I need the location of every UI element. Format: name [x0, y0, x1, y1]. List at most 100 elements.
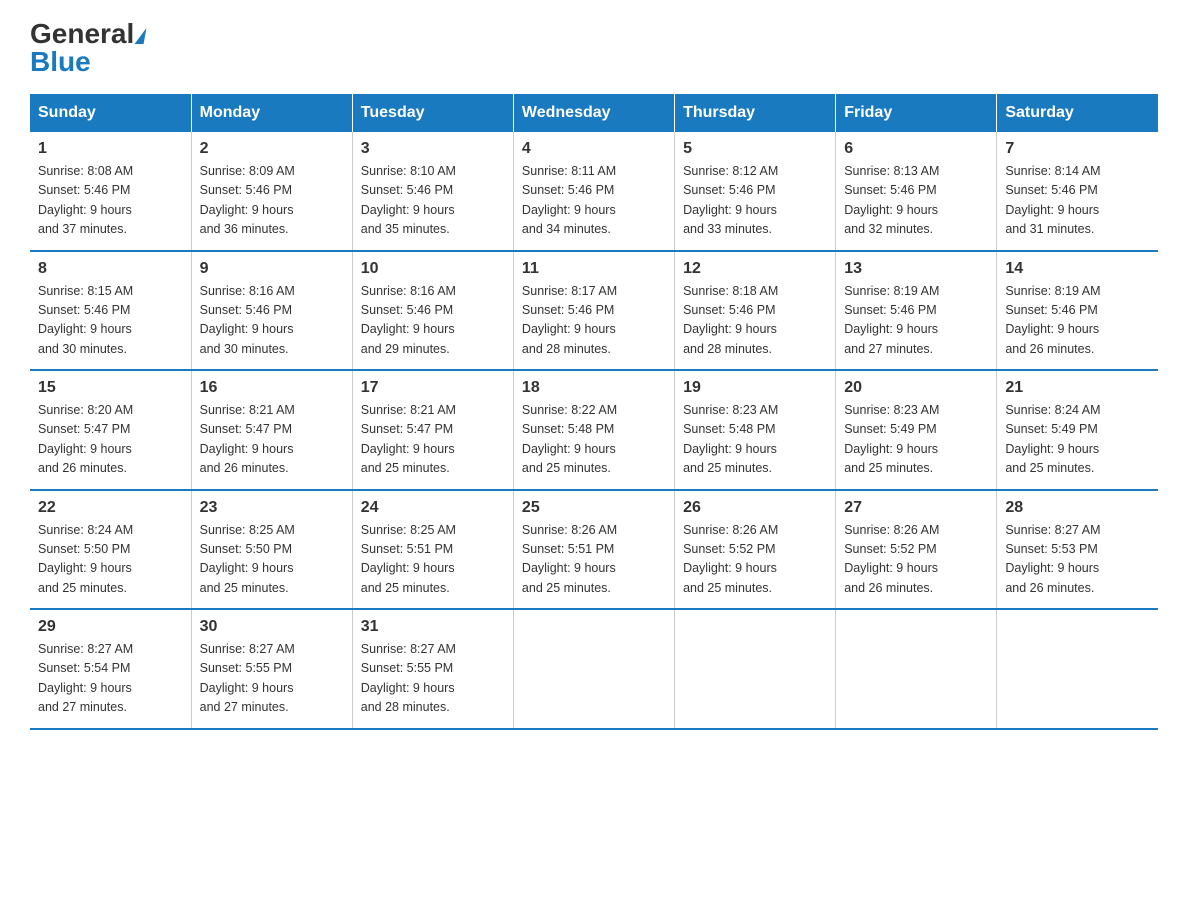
day-number: 16	[200, 379, 344, 397]
day-info: Sunrise: 8:27 AMSunset: 5:55 PMDaylight:…	[361, 640, 505, 718]
week-row-5: 29 Sunrise: 8:27 AMSunset: 5:54 PMDayligh…	[30, 609, 1158, 729]
day-number: 18	[522, 379, 666, 397]
day-info: Sunrise: 8:27 AMSunset: 5:54 PMDaylight:…	[38, 640, 183, 718]
calendar-cell: 24 Sunrise: 8:25 AMSunset: 5:51 PMDayligh…	[352, 490, 513, 610]
weekday-header-tuesday: Tuesday	[352, 94, 513, 132]
calendar-cell: 11 Sunrise: 8:17 AMSunset: 5:46 PMDayligh…	[513, 251, 674, 371]
page-header: General Blue	[30, 20, 1158, 76]
logo-blue-text: Blue	[30, 48, 91, 76]
day-info: Sunrise: 8:18 AMSunset: 5:46 PMDaylight:…	[683, 282, 827, 360]
day-number: 1	[38, 140, 183, 158]
weekday-header-wednesday: Wednesday	[513, 94, 674, 132]
calendar-cell: 31 Sunrise: 8:27 AMSunset: 5:55 PMDayligh…	[352, 609, 513, 729]
calendar-table: SundayMondayTuesdayWednesdayThursdayFrid…	[30, 94, 1158, 730]
weekday-header-sunday: Sunday	[30, 94, 191, 132]
calendar-cell	[997, 609, 1158, 729]
day-info: Sunrise: 8:21 AMSunset: 5:47 PMDaylight:…	[200, 401, 344, 479]
day-info: Sunrise: 8:23 AMSunset: 5:48 PMDaylight:…	[683, 401, 827, 479]
week-row-2: 8 Sunrise: 8:15 AMSunset: 5:46 PMDaylight…	[30, 251, 1158, 371]
day-info: Sunrise: 8:25 AMSunset: 5:51 PMDaylight:…	[361, 521, 505, 599]
calendar-cell: 30 Sunrise: 8:27 AMSunset: 5:55 PMDayligh…	[191, 609, 352, 729]
day-info: Sunrise: 8:26 AMSunset: 5:51 PMDaylight:…	[522, 521, 666, 599]
day-info: Sunrise: 8:24 AMSunset: 5:50 PMDaylight:…	[38, 521, 183, 599]
day-number: 20	[844, 379, 988, 397]
calendar-cell: 10 Sunrise: 8:16 AMSunset: 5:46 PMDayligh…	[352, 251, 513, 371]
day-info: Sunrise: 8:20 AMSunset: 5:47 PMDaylight:…	[38, 401, 183, 479]
calendar-cell: 6 Sunrise: 8:13 AMSunset: 5:46 PMDaylight…	[836, 132, 997, 251]
day-info: Sunrise: 8:14 AMSunset: 5:46 PMDaylight:…	[1005, 162, 1150, 240]
day-number: 30	[200, 618, 344, 636]
calendar-cell: 7Sunrise: 8:14 AMSunset: 5:46 PMDaylight…	[997, 132, 1158, 251]
day-number: 14	[1005, 260, 1150, 278]
calendar-cell: 17Sunrise: 8:21 AMSunset: 5:47 PMDayligh…	[352, 370, 513, 490]
logo: General Blue	[30, 20, 145, 76]
weekday-header-friday: Friday	[836, 94, 997, 132]
calendar-cell: 22 Sunrise: 8:24 AMSunset: 5:50 PMDayligh…	[30, 490, 191, 610]
day-info: Sunrise: 8:16 AMSunset: 5:46 PMDaylight:…	[361, 282, 505, 360]
calendar-cell: 20 Sunrise: 8:23 AMSunset: 5:49 PMDayligh…	[836, 370, 997, 490]
day-info: Sunrise: 8:26 AMSunset: 5:52 PMDaylight:…	[683, 521, 827, 599]
day-number: 11	[522, 260, 666, 278]
day-number: 31	[361, 618, 505, 636]
day-number: 25	[522, 499, 666, 517]
calendar-cell: 28 Sunrise: 8:27 AMSunset: 5:53 PMDayligh…	[997, 490, 1158, 610]
calendar-cell: 15 Sunrise: 8:20 AMSunset: 5:47 PMDayligh…	[30, 370, 191, 490]
calendar-cell: 14Sunrise: 8:19 AMSunset: 5:46 PMDayligh…	[997, 251, 1158, 371]
day-info: Sunrise: 8:09 AMSunset: 5:46 PMDaylight:…	[200, 162, 344, 240]
weekday-header-monday: Monday	[191, 94, 352, 132]
day-info: Sunrise: 8:16 AMSunset: 5:46 PMDaylight:…	[200, 282, 344, 360]
day-info: Sunrise: 8:22 AMSunset: 5:48 PMDaylight:…	[522, 401, 666, 479]
calendar-cell: 27Sunrise: 8:26 AMSunset: 5:52 PMDayligh…	[836, 490, 997, 610]
day-number: 22	[38, 499, 183, 517]
calendar-cell: 26 Sunrise: 8:26 AMSunset: 5:52 PMDayligh…	[675, 490, 836, 610]
calendar-cell: 23 Sunrise: 8:25 AMSunset: 5:50 PMDayligh…	[191, 490, 352, 610]
calendar-cell: 4Sunrise: 8:11 AMSunset: 5:46 PMDaylight…	[513, 132, 674, 251]
calendar-cell: 25 Sunrise: 8:26 AMSunset: 5:51 PMDayligh…	[513, 490, 674, 610]
day-number: 24	[361, 499, 505, 517]
calendar-cell: 21Sunrise: 8:24 AMSunset: 5:49 PMDayligh…	[997, 370, 1158, 490]
day-number: 29	[38, 618, 183, 636]
calendar-cell	[513, 609, 674, 729]
calendar-cell	[675, 609, 836, 729]
calendar-cell: 29 Sunrise: 8:27 AMSunset: 5:54 PMDayligh…	[30, 609, 191, 729]
calendar-cell: 5 Sunrise: 8:12 AMSunset: 5:46 PMDaylight…	[675, 132, 836, 251]
week-row-4: 22 Sunrise: 8:24 AMSunset: 5:50 PMDayligh…	[30, 490, 1158, 610]
calendar-cell: 18 Sunrise: 8:22 AMSunset: 5:48 PMDayligh…	[513, 370, 674, 490]
day-number: 27	[844, 499, 988, 517]
day-info: Sunrise: 8:15 AMSunset: 5:46 PMDaylight:…	[38, 282, 183, 360]
day-info: Sunrise: 8:25 AMSunset: 5:50 PMDaylight:…	[200, 521, 344, 599]
day-number: 12	[683, 260, 827, 278]
weekday-header-saturday: Saturday	[997, 94, 1158, 132]
weekday-header-thursday: Thursday	[675, 94, 836, 132]
calendar-cell: 3Sunrise: 8:10 AMSunset: 5:46 PMDaylight…	[352, 132, 513, 251]
day-number: 26	[683, 499, 827, 517]
day-number: 23	[200, 499, 344, 517]
day-info: Sunrise: 8:08 AMSunset: 5:46 PMDaylight:…	[38, 162, 183, 240]
calendar-cell: 13 Sunrise: 8:19 AMSunset: 5:46 PMDayligh…	[836, 251, 997, 371]
calendar-cell: 1 Sunrise: 8:08 AMSunset: 5:46 PMDaylight…	[30, 132, 191, 251]
day-info: Sunrise: 8:17 AMSunset: 5:46 PMDaylight:…	[522, 282, 666, 360]
calendar-cell: 16 Sunrise: 8:21 AMSunset: 5:47 PMDayligh…	[191, 370, 352, 490]
logo-general-text: General	[30, 20, 145, 48]
day-info: Sunrise: 8:27 AMSunset: 5:55 PMDaylight:…	[200, 640, 344, 718]
day-number: 5	[683, 140, 827, 158]
day-number: 6	[844, 140, 988, 158]
day-number: 15	[38, 379, 183, 397]
day-info: Sunrise: 8:13 AMSunset: 5:46 PMDaylight:…	[844, 162, 988, 240]
day-number: 10	[361, 260, 505, 278]
calendar-cell: 2Sunrise: 8:09 AMSunset: 5:46 PMDaylight…	[191, 132, 352, 251]
week-row-3: 15 Sunrise: 8:20 AMSunset: 5:47 PMDayligh…	[30, 370, 1158, 490]
day-info: Sunrise: 8:27 AMSunset: 5:53 PMDaylight:…	[1005, 521, 1150, 599]
day-number: 19	[683, 379, 827, 397]
day-info: Sunrise: 8:19 AMSunset: 5:46 PMDaylight:…	[844, 282, 988, 360]
day-info: Sunrise: 8:10 AMSunset: 5:46 PMDaylight:…	[361, 162, 505, 240]
day-info: Sunrise: 8:12 AMSunset: 5:46 PMDaylight:…	[683, 162, 827, 240]
day-info: Sunrise: 8:24 AMSunset: 5:49 PMDaylight:…	[1005, 401, 1150, 479]
day-number: 13	[844, 260, 988, 278]
day-info: Sunrise: 8:23 AMSunset: 5:49 PMDaylight:…	[844, 401, 988, 479]
calendar-cell: 9Sunrise: 8:16 AMSunset: 5:46 PMDaylight…	[191, 251, 352, 371]
day-info: Sunrise: 8:11 AMSunset: 5:46 PMDaylight:…	[522, 162, 666, 240]
day-number: 28	[1005, 499, 1150, 517]
day-number: 8	[38, 260, 183, 278]
day-info: Sunrise: 8:21 AMSunset: 5:47 PMDaylight:…	[361, 401, 505, 479]
